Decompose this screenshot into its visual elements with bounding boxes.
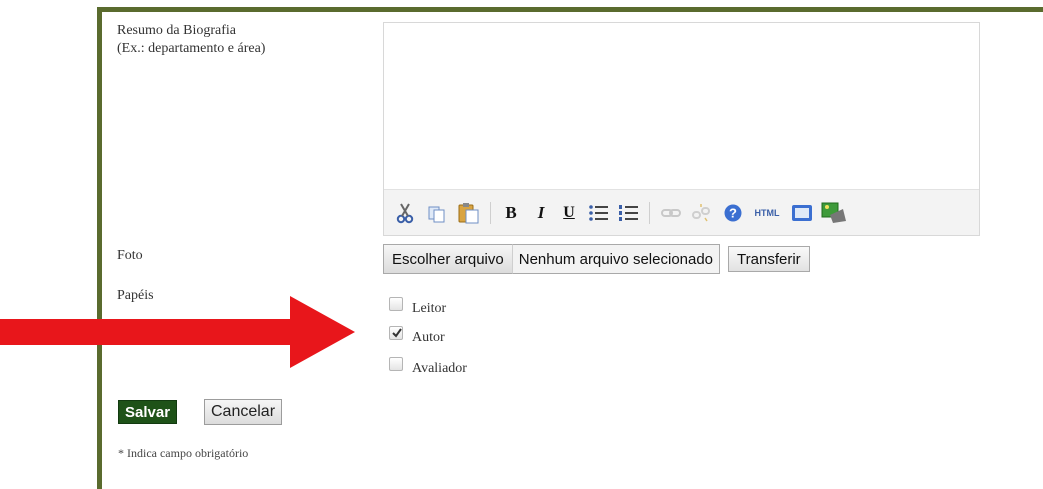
bio-editor: B I U ? HTML (383, 22, 980, 236)
checkbox-avaliador[interactable] (389, 357, 403, 371)
bio-label: Resumo da Biografia (Ex.: departamento e… (117, 22, 265, 58)
cancel-button[interactable]: Cancelar (204, 399, 283, 425)
role-label: Leitor (412, 301, 447, 316)
upload-button[interactable]: Transferir (728, 246, 810, 272)
red-arrow-annotation (0, 296, 355, 368)
html-icon[interactable]: HTML (752, 202, 782, 224)
fullscreen-icon[interactable] (790, 202, 814, 224)
photo-label: Foto (117, 248, 143, 263)
file-status-text: Nenhum arquivo selecionado (511, 244, 721, 274)
editor-toolbar: B I U ? HTML (384, 189, 979, 235)
cut-icon[interactable] (394, 202, 416, 224)
role-label: Avaliador (412, 361, 467, 376)
choose-file-button[interactable]: Escolher arquivo (383, 244, 512, 274)
required-field-note: * Indica campo obrigatório (118, 446, 249, 460)
role-option-autor[interactable]: Autor (389, 320, 445, 346)
copy-icon[interactable] (426, 202, 448, 224)
underline-icon[interactable]: U (558, 202, 580, 224)
frame-border-left (97, 7, 102, 489)
bio-editor-textarea[interactable] (384, 23, 979, 191)
help-icon[interactable]: ? (722, 202, 744, 224)
link-icon[interactable] (660, 202, 682, 224)
role-option-avaliador[interactable]: Avaliador (389, 351, 467, 377)
svg-text:?: ? (729, 206, 737, 221)
photo-file-input: Escolher arquivo Nenhum arquivo selecion… (383, 244, 810, 274)
numbered-list-icon[interactable] (617, 202, 641, 224)
image-icon[interactable] (820, 202, 848, 224)
save-button[interactable]: Salvar (118, 400, 178, 424)
italic-icon[interactable]: I (530, 202, 552, 224)
bio-label-title: Resumo da Biografia (117, 23, 236, 38)
bullet-list-icon[interactable] (587, 202, 611, 224)
frame-border-top (97, 7, 1043, 12)
bold-icon[interactable]: B (500, 202, 522, 224)
unlink-icon[interactable] (690, 202, 712, 224)
toolbar-separator (490, 202, 491, 224)
checkmark-icon (392, 328, 402, 338)
checkbox-autor[interactable] (389, 326, 403, 340)
bio-label-hint: (Ex.: departamento e área) (117, 41, 266, 56)
toolbar-separator (649, 202, 650, 224)
role-label: Autor (412, 330, 445, 345)
paste-icon[interactable] (456, 202, 482, 224)
checkbox-leitor[interactable] (389, 297, 403, 311)
role-option-leitor[interactable]: Leitor (389, 291, 446, 317)
